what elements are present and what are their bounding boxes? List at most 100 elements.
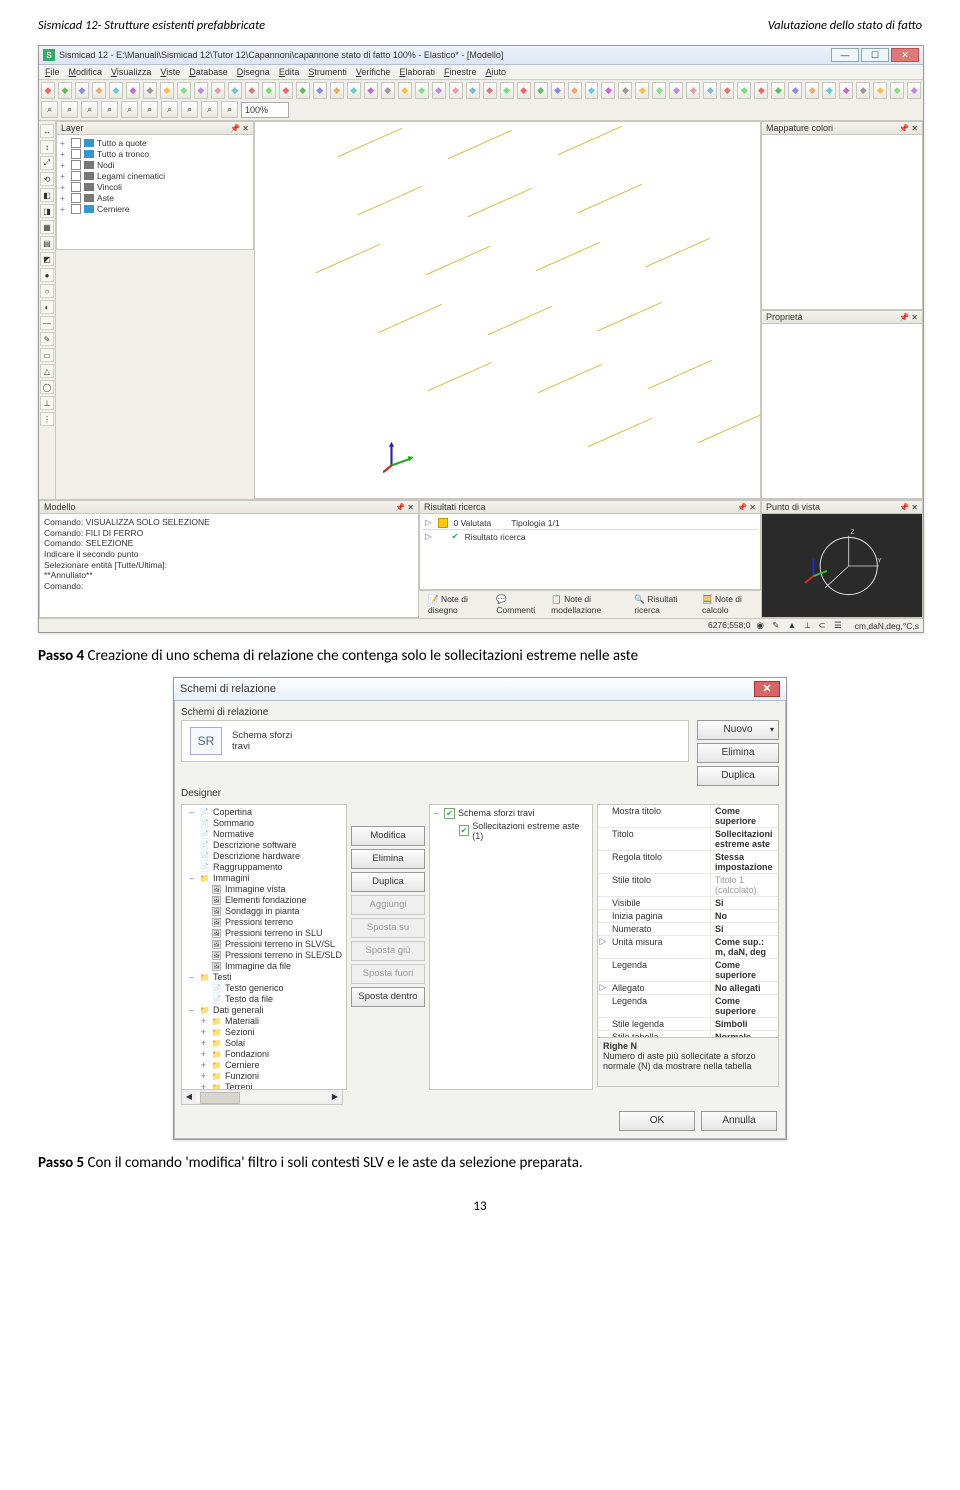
selected-item[interactable]: ✔Sollecitazioni estreme aste (1) [432, 820, 590, 842]
prop-row[interactable]: VisibileSi [598, 897, 778, 910]
vtool-button[interactable]: ◩ [40, 252, 54, 266]
tree-item[interactable]: 🖼Pressioni terreno in SLV/SL [184, 939, 344, 950]
toolbar-button[interactable]: ◆ [92, 82, 106, 99]
selected-item[interactable]: –✔Schema sforzi travi [432, 807, 590, 820]
toolbar-button[interactable]: ◆ [856, 82, 870, 99]
prop-row[interactable]: Inizia paginaNo [598, 910, 778, 923]
toolbar-button[interactable]: ◆ [568, 82, 582, 99]
toolbar-button[interactable]: ⌕ [221, 101, 238, 118]
tree-item[interactable]: +📁Fondazioni [184, 1049, 344, 1060]
vtool-button[interactable]: ⤢ [40, 156, 54, 170]
tree-item[interactable]: –📁Dati generali [184, 1005, 344, 1016]
maximize-button[interactable]: ☐ [861, 48, 889, 62]
vtool-button[interactable]: ○ [40, 284, 54, 298]
tree-item[interactable]: 🖼Pressioni terreno in SLU [184, 928, 344, 939]
pin-icon[interactable]: 📌 ✕ [737, 503, 756, 512]
toolbar-button[interactable]: ⌕ [181, 101, 198, 118]
status-tab[interactable]: 📝 Note di disegno [423, 592, 485, 617]
toolbar-button[interactable]: ◆ [635, 82, 649, 99]
status-tab[interactable]: 🔍 Risultati ricerca [629, 592, 691, 617]
menu-file[interactable]: File [45, 67, 60, 77]
prop-row[interactable]: Stile tabellaNormale [598, 1031, 778, 1038]
layer-row[interactable]: +Tutto a quote [60, 137, 250, 148]
toolbar-button[interactable]: ◆ [279, 82, 293, 99]
toolbar-button[interactable]: ◆ [415, 82, 429, 99]
prop-row[interactable]: Regola titoloStessa impostazione [598, 851, 778, 874]
modello-header[interactable]: Modello 📌 ✕ [39, 500, 419, 514]
toolbar-button[interactable]: ⌕ [141, 101, 158, 118]
toolbar-button[interactable]: ◆ [398, 82, 412, 99]
prop-row[interactable]: Mostra titoloCome superiore [598, 805, 778, 828]
tree-item[interactable]: +📁Funzioni [184, 1071, 344, 1082]
toolbar-button[interactable]: ◆ [364, 82, 378, 99]
vtool-button[interactable]: ↔ [40, 124, 54, 138]
toolbar-button[interactable]: ◆ [449, 82, 463, 99]
tree-item[interactable]: –📄Copertina [184, 807, 344, 818]
sposta-dentro-button[interactable]: Sposta dentro [351, 987, 425, 1007]
toolbar-button[interactable]: ◆ [618, 82, 632, 99]
prop-row[interactable]: NumeratoSi [598, 923, 778, 936]
toolbar-button[interactable]: ◆ [483, 82, 497, 99]
pin-icon[interactable]: 📌 ✕ [899, 503, 918, 512]
prop-row[interactable]: ▷Unità misuraCome sup.: m, daN, deg [598, 936, 778, 959]
tree-item[interactable]: 🖼Immagine vista [184, 884, 344, 895]
duplica-button[interactable]: Duplica [697, 766, 779, 786]
toolbar-button[interactable]: ◆ [907, 82, 921, 99]
toolbar-button[interactable]: ◆ [754, 82, 768, 99]
toolbar-button[interactable]: ⌕ [161, 101, 178, 118]
tree-item[interactable]: +📁Materiali [184, 1016, 344, 1027]
property-grid[interactable]: Mostra titoloCome superioreTitoloSolleci… [597, 804, 779, 1038]
toolbar-button[interactable]: ◆ [432, 82, 446, 99]
close-button[interactable]: ✕ [891, 48, 919, 62]
vtool-button[interactable]: ⊥ [40, 396, 54, 410]
toolbar-button[interactable]: ◆ [160, 82, 174, 99]
menu-database[interactable]: Database [189, 67, 228, 77]
menu-disegna[interactable]: Disegna [237, 67, 270, 77]
toolbar-button[interactable]: ◆ [788, 82, 802, 99]
tree-item[interactable]: 📄Raggruppamento [184, 862, 344, 873]
pin-icon[interactable]: 📌 ✕ [395, 503, 414, 512]
toolbar-button[interactable]: ◆ [720, 82, 734, 99]
toolbar-button[interactable]: ◆ [296, 82, 310, 99]
toolbar-button[interactable]: ◆ [839, 82, 853, 99]
toolbar-button[interactable]: ⌕ [41, 101, 58, 118]
toolbar-button[interactable]: ◆ [126, 82, 140, 99]
modifica-button[interactable]: Modifica [351, 826, 425, 846]
toolbar-button[interactable]: ◆ [551, 82, 565, 99]
layer-row[interactable]: +Legami cinematici [60, 170, 250, 181]
toolbar-button[interactable]: ◆ [771, 82, 785, 99]
layer-row[interactable]: +Tutto a tronco [60, 148, 250, 159]
menu-visualizza[interactable]: Visualizza [111, 67, 151, 77]
elimina-button[interactable]: Elimina [697, 743, 779, 763]
ok-button[interactable]: OK [619, 1111, 695, 1131]
toolbar-button[interactable]: ⌕ [81, 101, 98, 118]
tree-item[interactable]: 📄Testo da file [184, 994, 344, 1005]
toolbar-button[interactable]: ◆ [534, 82, 548, 99]
zoom-field[interactable]: 100% [241, 102, 289, 118]
menu-elaborati[interactable]: Elaborati [399, 67, 435, 77]
viewport-canvas[interactable] [255, 121, 761, 499]
vtool-button[interactable]: ◨ [40, 204, 54, 218]
vtool-button[interactable]: ◧ [40, 188, 54, 202]
menu-strumenti[interactable]: Strumenti [308, 67, 347, 77]
toolbar-button[interactable]: ⌕ [61, 101, 78, 118]
prop-row[interactable]: LegendaCome superiore [598, 995, 778, 1018]
toolbar-button[interactable]: ◆ [873, 82, 887, 99]
toolbar-button[interactable]: ◆ [500, 82, 514, 99]
vtool-button[interactable]: ▭ [40, 348, 54, 362]
toolbar-button[interactable]: ◆ [177, 82, 191, 99]
toolbar-button[interactable]: ◆ [652, 82, 666, 99]
mappature-panel-header[interactable]: Mappature colori 📌 ✕ [761, 121, 923, 135]
toolbar-button[interactable]: ◆ [703, 82, 717, 99]
tree-item[interactable]: 🖼Immagine da file [184, 961, 344, 972]
vtool-button[interactable]: ▦ [40, 220, 54, 234]
tree-item[interactable]: 🖼Elementi fondazione [184, 895, 344, 906]
vtool-button[interactable]: ● [40, 268, 54, 282]
status-tab[interactable]: 📋 Note di modellazione [546, 592, 623, 617]
toolbar-button[interactable]: ◆ [194, 82, 208, 99]
vtool-button[interactable]: △ [40, 364, 54, 378]
prop-row[interactable]: LegendaCome superiore [598, 959, 778, 982]
status-tab[interactable]: 💬 Commenti [491, 592, 540, 617]
duplica-button[interactable]: Duplica [351, 872, 425, 892]
prop-row[interactable]: Stile titoloTitolo 1 (calcolato) [598, 874, 778, 897]
